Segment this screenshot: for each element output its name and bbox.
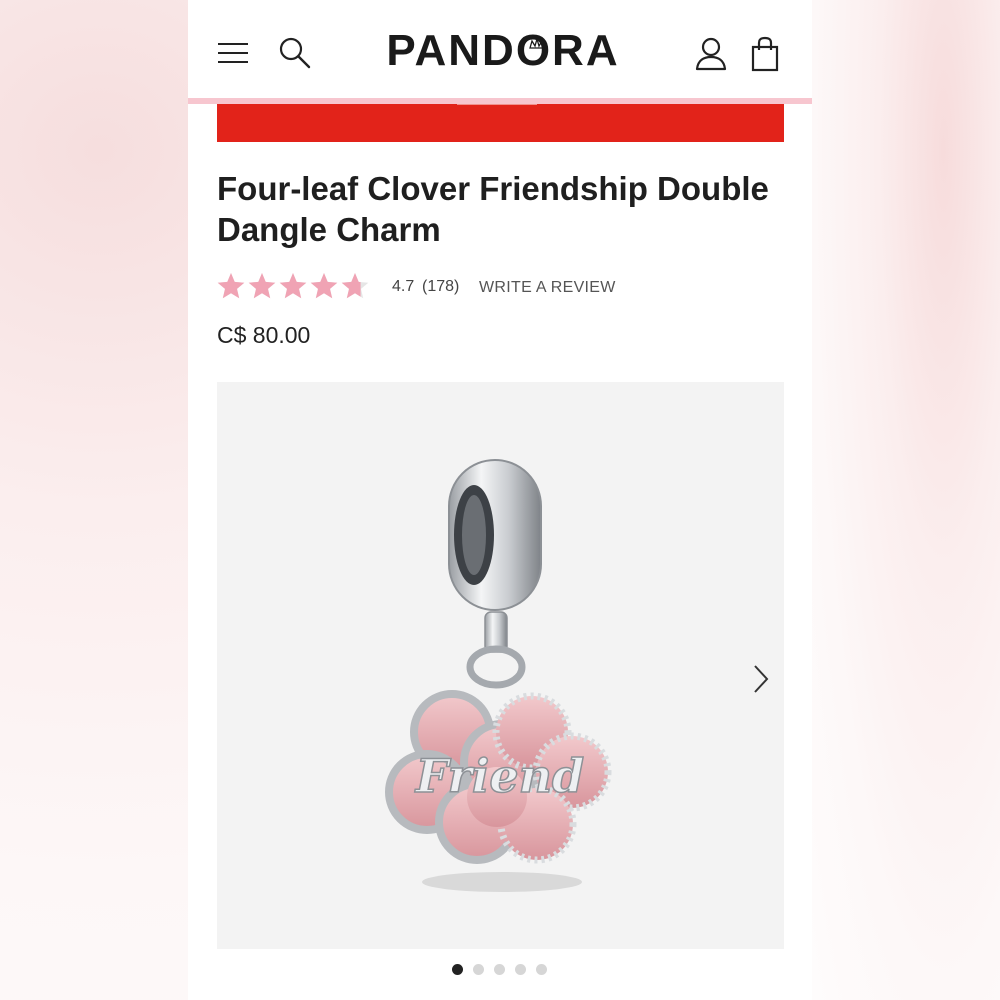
site-header: PANDORA xyxy=(188,0,812,98)
carousel-dot[interactable] xyxy=(473,964,484,975)
logo-text: PANDORA xyxy=(386,26,620,75)
carousel-dot[interactable] xyxy=(452,964,463,975)
account-icon[interactable] xyxy=(694,36,728,72)
phone-screen: PANDORA Four-leaf Clover Friendship Doub… xyxy=(188,0,812,1000)
crown-icon xyxy=(529,38,545,49)
carousel-dot[interactable] xyxy=(494,964,505,975)
shopping-bag-icon[interactable] xyxy=(750,36,780,72)
promo-banner[interactable] xyxy=(217,104,784,142)
product-image-carousel[interactable]: Friend xyxy=(217,382,784,949)
charm-image: Friend xyxy=(385,459,612,892)
search-icon[interactable] xyxy=(278,36,312,70)
product-title: Four-leaf Clover Friendship Double Dangl… xyxy=(217,170,769,248)
rating-value: 4.7 xyxy=(392,278,415,295)
chevron-right-icon xyxy=(754,665,769,693)
background-right xyxy=(812,0,1000,1000)
carousel-dot[interactable] xyxy=(515,964,526,975)
carousel-next-button[interactable] xyxy=(749,662,773,696)
promo-text-line xyxy=(457,104,537,109)
write-review-link[interactable]: WRITE A REVIEW xyxy=(479,279,616,297)
rating-count: (178) xyxy=(422,278,460,295)
carousel-dots xyxy=(452,962,552,976)
rating-stars[interactable] xyxy=(217,270,372,302)
engraving-text: Friend xyxy=(414,749,584,803)
rating-row: 4.7 (178) WRITE A REVIEW xyxy=(217,270,792,304)
star-filled xyxy=(217,273,245,299)
carousel-dot[interactable] xyxy=(536,964,547,975)
star-filled xyxy=(279,273,307,299)
brand-logo[interactable]: PANDORA xyxy=(378,20,628,80)
star-filled xyxy=(248,273,276,299)
product-price: C$ 80.00 xyxy=(217,322,311,348)
menu-icon[interactable] xyxy=(218,41,249,65)
star-filled xyxy=(310,273,338,299)
